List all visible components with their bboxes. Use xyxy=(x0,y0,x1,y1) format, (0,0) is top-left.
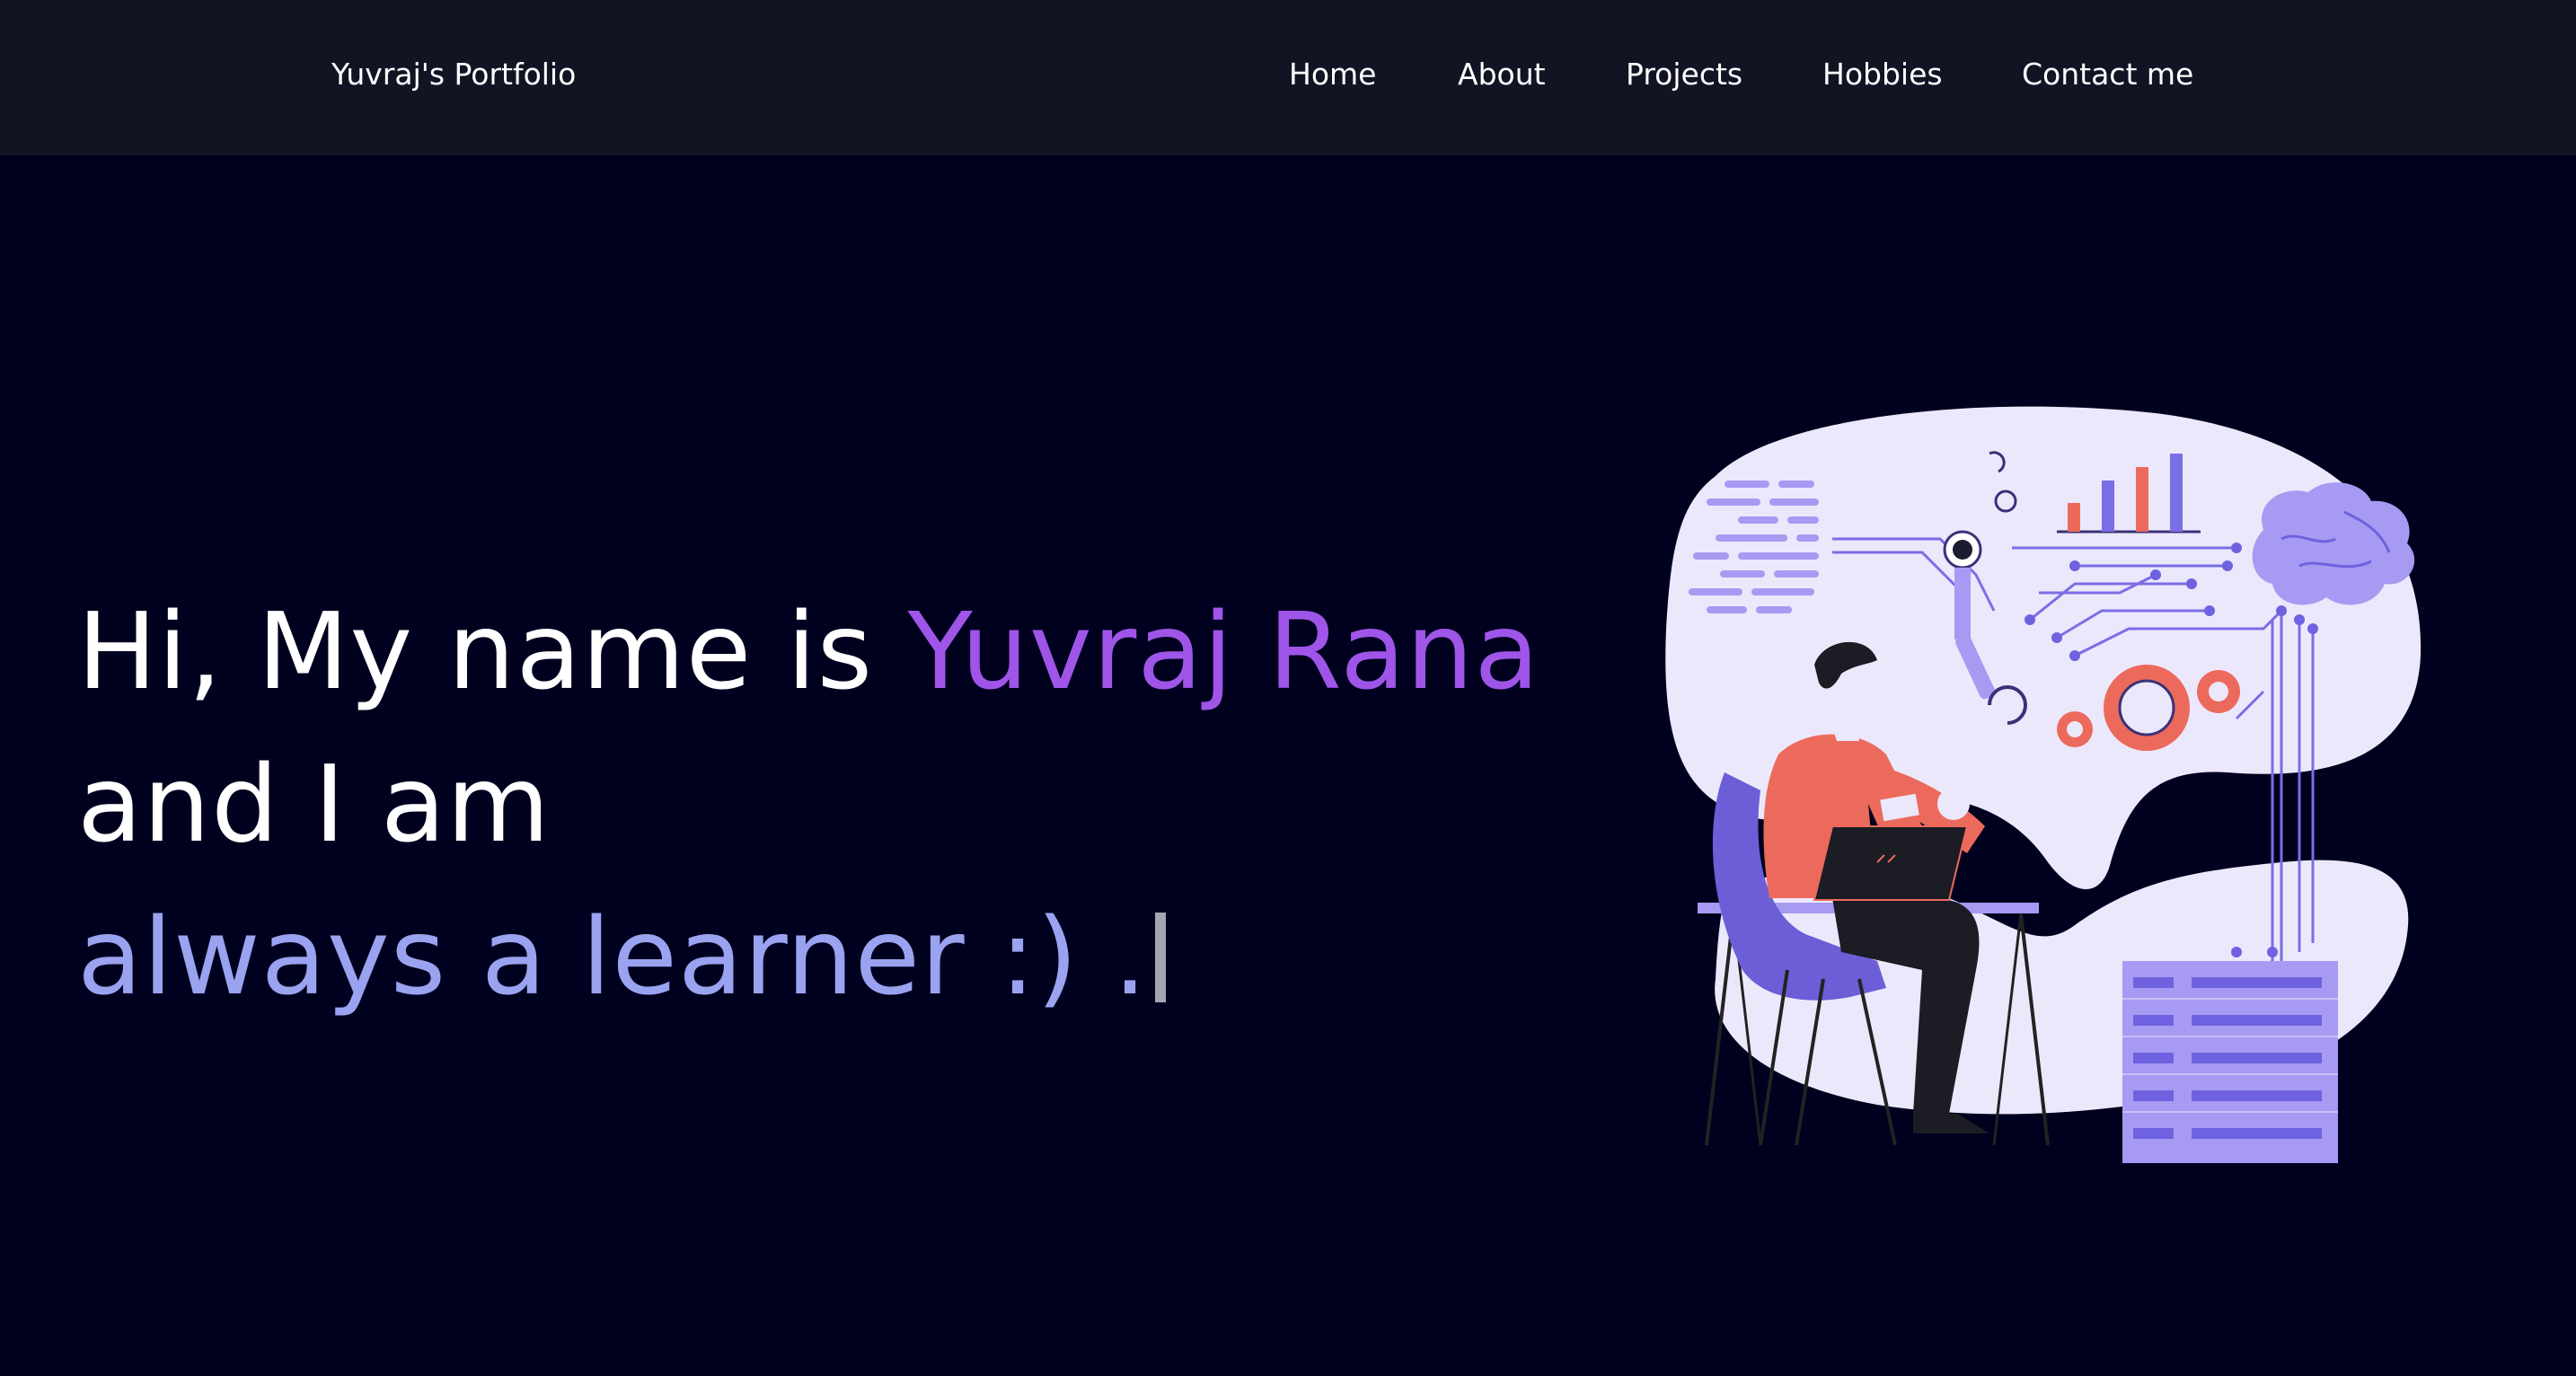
typing-cursor xyxy=(1154,913,1166,1002)
nav-link-about[interactable]: About xyxy=(1458,56,1546,93)
nav-link-hobbies[interactable]: Hobbies xyxy=(1822,56,1943,93)
hero-heading: Hi, My name is Yuvraj Rana and I am alwa… xyxy=(77,575,1550,1033)
hero-line-typed: always a learner :) . xyxy=(77,880,1550,1033)
nav-link-contact[interactable]: Contact me xyxy=(2022,56,2193,93)
navbar: Yuvraj's Portfolio Home About Projects H… xyxy=(0,0,2576,155)
hero-intro-prefix: Hi, My name is xyxy=(77,589,908,713)
hero-line-and-i-am: and I am xyxy=(77,728,1550,880)
typed-text: always a learner :) . xyxy=(77,895,1148,1019)
nav-link-home[interactable]: Home xyxy=(1289,56,1376,93)
hero-name: Yuvraj Rana xyxy=(907,589,1540,713)
hero-line-intro: Hi, My name is Yuvraj Rana xyxy=(77,575,1550,728)
hero-and-i-am: and I am xyxy=(77,742,551,866)
nav-link-projects[interactable]: Projects xyxy=(1626,56,1742,93)
developer-at-laptop-illustration xyxy=(1653,395,2434,1186)
nav-links: Home About Projects Hobbies Contact me xyxy=(0,56,2576,93)
